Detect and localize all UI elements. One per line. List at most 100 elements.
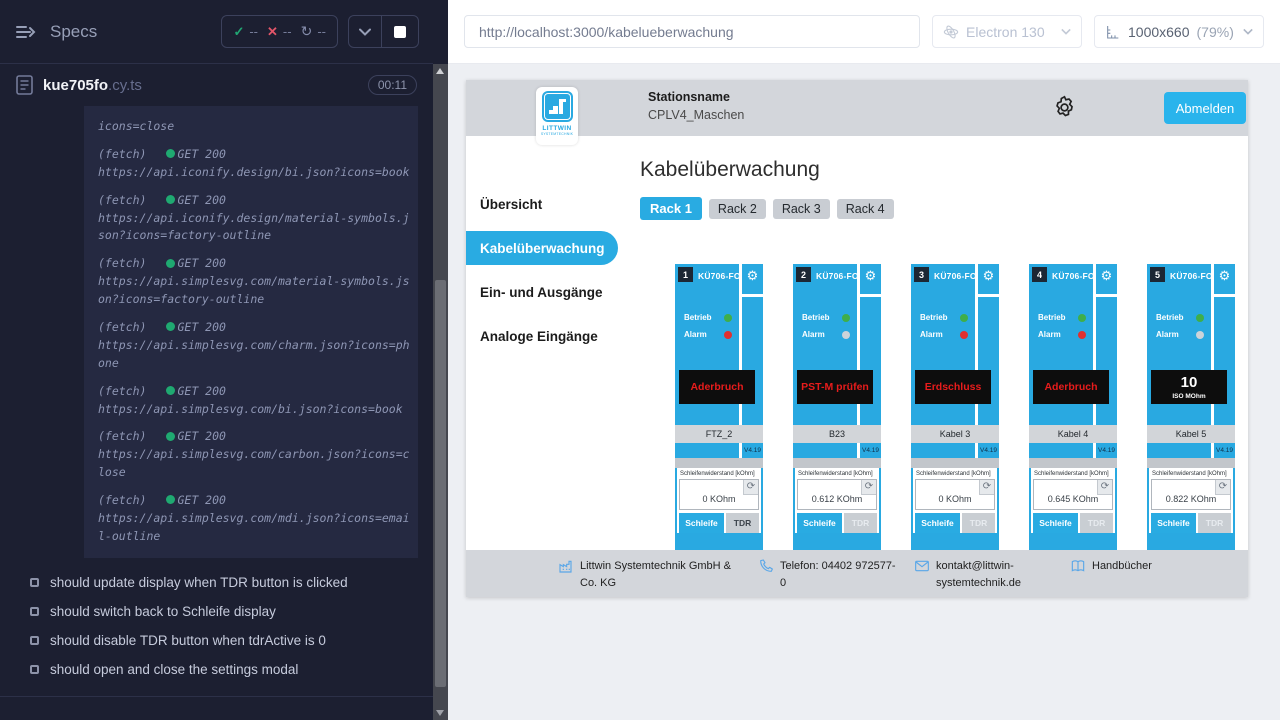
test-item[interactable]: should switch back to Schleife display [30,597,433,626]
stat-failed: ✕-- [267,24,292,40]
refresh-icon: ↻ [301,23,313,40]
status-dot-icon [166,322,175,331]
tab-rack-3[interactable]: Rack 3 [773,199,830,219]
request-url: https://api.simplesvg.com/mdi.json?icons… [98,510,410,546]
measurement-value: 0.645 KOhm [1034,494,1112,504]
fetch-label: (fetch) [98,193,146,207]
spec-duration-badge: 00:11 [368,75,417,95]
test-state-icon [30,665,39,674]
runner-header: Specs ✓-- ✕-- ↻-- [0,0,433,64]
card-header: 2 KÜ706-FO ⚙ [793,264,881,294]
refresh-icon[interactable]: ⟳ [1215,480,1230,495]
alarm-row: Alarm [793,326,857,343]
run-controls [348,15,419,48]
tab-rack-2[interactable]: Rack 2 [709,199,766,219]
tdr-button[interactable]: TDR [962,513,995,533]
stat-passed: ✓-- [233,24,258,40]
spec-file-row[interactable]: kue705fo.cy.ts 00:11 [0,64,433,104]
card-separator [675,458,763,468]
alarm-led [724,331,732,339]
scroll-up-arrow-icon[interactable] [436,68,444,74]
url-input[interactable]: http://localhost:3000/kabelueberwachung [464,15,920,48]
card-header: 1 KÜ706-FO ⚙ [675,264,763,294]
device-card: 1 KÜ706-FO ⚙ Betrieb Alarm Aderbruch FTZ… [675,264,763,564]
refresh-icon[interactable]: ⟳ [861,480,876,495]
display-text: Aderbruch [1044,381,1097,393]
sidebar-item-kabelueberwachung[interactable]: Kabelüberwachung [466,231,618,265]
app-body: Übersicht Kabelüberwachung Ein- und Ausg… [466,136,1248,550]
device-display: 10 ISO MOhm [1151,370,1227,404]
scrollbar-thumb[interactable] [435,280,446,687]
display-text: Erdschluss [925,381,982,393]
fetch-label: (fetch) [98,256,146,270]
fetch-log-panel: icons=close (fetch) GET 200 https://api.… [84,106,418,558]
station-label: Stationsname [648,90,744,104]
status-dot-icon [166,386,175,395]
settings-gear-icon[interactable] [1051,94,1078,121]
viewport-size: 1000x660 [1128,24,1190,40]
measurement-label: Schleifenwiderstand [kOhm] [1033,470,1113,479]
refresh-icon[interactable]: ⟳ [979,480,994,495]
card-separator [911,458,999,468]
cable-label: Kabel 3 [911,425,999,443]
refresh-icon[interactable]: ⟳ [1097,480,1112,495]
tdr-button[interactable]: TDR [1080,513,1113,533]
specs-menu-icon[interactable] [14,20,38,44]
schleife-button[interactable]: Schleife [1033,513,1078,533]
betrieb-label: Betrieb [802,313,830,322]
sidebar-item-uebersicht[interactable]: Übersicht [466,182,640,226]
test-item[interactable]: should disable TDR button when tdrActive… [30,626,433,655]
viewport-selector[interactable]: 1000x660 (79%) [1094,15,1264,48]
fetch-label: (fetch) [98,320,146,334]
device-model: KÜ706-FO [816,271,859,281]
measurement-value-box: ⟳ 0.612 KOhm [797,479,877,510]
cypress-runner-panel: Specs ✓-- ✕-- ↻-- kue705fo.cy.ts 00:11 i… [0,0,433,720]
device-settings-gear-icon[interactable]: ⚙ [1215,268,1234,284]
cable-label: Kabel 4 [1029,425,1117,443]
tdr-button[interactable]: TDR [844,513,877,533]
stop-button[interactable] [382,26,418,38]
tab-rack-1[interactable]: Rack 1 [640,197,702,220]
device-number: 3 [914,267,929,282]
method-status: GET 200 [177,147,225,161]
status-dot-icon [166,149,175,158]
schleife-button[interactable]: Schleife [679,513,724,533]
version-row: V4.19 [675,443,763,458]
factory-icon [558,558,574,574]
device-settings-gear-icon[interactable]: ⚙ [743,268,762,284]
card-header: 5 KÜ706-FO ⚙ [1147,264,1235,294]
footer-email[interactable]: kontakt@littwin-systemtechnik.de [914,558,1056,591]
tdr-button[interactable]: TDR [1198,513,1231,533]
test-state-icon [30,578,39,587]
request-url: https://api.iconify.design/bi.json?icons… [98,164,410,182]
alarm-led [1196,331,1204,339]
sidebar-item-analoge-eingaenge[interactable]: Analoge Eingänge [466,314,640,358]
schleife-button[interactable]: Schleife [797,513,842,533]
device-settings-gear-icon[interactable]: ⚙ [979,268,998,284]
scroll-down-arrow-icon[interactable] [436,710,444,716]
device-number: 1 [678,267,693,282]
test-item[interactable]: should update display when TDR button is… [30,568,433,597]
device-settings-gear-icon[interactable]: ⚙ [1097,268,1116,284]
fetch-log-entry: (fetch) GET 200 https://api.simplesvg.co… [98,384,410,419]
sidebar-item-ein-und-ausgaenge[interactable]: Ein- und Ausgänge [466,270,640,314]
scrollbar-track[interactable] [433,64,448,720]
refresh-icon[interactable]: ⟳ [743,480,758,495]
run-options-button[interactable] [349,16,382,47]
schleife-button[interactable]: Schleife [1151,513,1196,533]
device-settings-gear-icon[interactable]: ⚙ [861,268,880,284]
schleife-button[interactable]: Schleife [915,513,960,533]
browser-bar: http://localhost:3000/kabelueberwachung … [448,0,1280,64]
request-url: https://api.simplesvg.com/bi.json?icons=… [98,401,410,419]
tab-rack-4[interactable]: Rack 4 [837,199,894,219]
logout-button[interactable]: Abmelden [1164,92,1246,124]
viewport-zoom: (79%) [1197,24,1234,40]
test-item[interactable]: should open and close the settings modal [30,655,433,684]
logo-icon [542,91,573,122]
browser-selector[interactable]: Electron 130 [932,15,1082,48]
tdr-button[interactable]: TDR [726,513,759,533]
station-name: CPLV4_Maschen [648,108,744,122]
display-text: 10 [1181,375,1198,390]
betrieb-label: Betrieb [1156,313,1184,322]
footer-handbuecher-link[interactable]: Handbücher [1070,558,1152,575]
